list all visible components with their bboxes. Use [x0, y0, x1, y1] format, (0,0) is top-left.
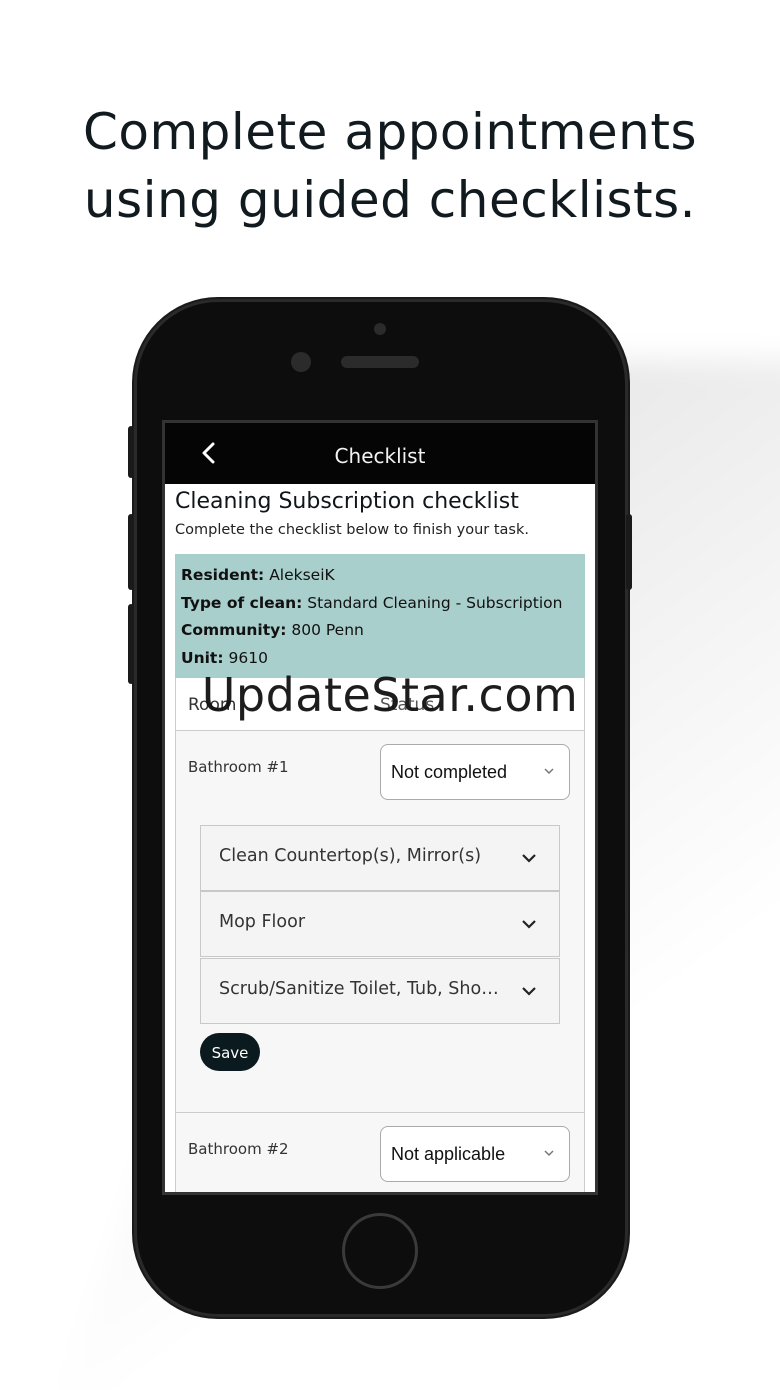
chevron-down-icon [522, 920, 536, 929]
resident-value: AlekseiK [269, 566, 335, 584]
community-value: 800 Penn [291, 621, 364, 639]
phone-front-camera [291, 352, 311, 372]
unit-value: 9610 [228, 648, 268, 667]
headline-line-1: Complete appointments [82, 103, 698, 161]
status-select-bathroom-1[interactable]: Not completed [380, 744, 570, 800]
type-label: Type of clean: [181, 593, 303, 612]
headline: Complete appointments using guided check… [0, 98, 780, 234]
app-screen: Checklist Cleaning Subscription checklis… [162, 420, 598, 1195]
type-line: Type of clean: Standard Cleaning - Subsc… [181, 590, 579, 618]
phone-mute-switch [128, 426, 134, 478]
top-bar: Checklist [165, 423, 595, 484]
appointment-info: Resident: AlekseiK Type of clean: Standa… [175, 554, 585, 678]
phone-volume-up [128, 514, 134, 590]
page-title: Cleaning Subscription checklist [175, 489, 519, 514]
chevron-down-icon [522, 854, 536, 863]
task-label: Mop Floor [219, 912, 306, 932]
phone-volume-down [128, 604, 134, 684]
status-select-value: Not completed [391, 762, 508, 782]
page-subtitle: Complete the checklist below to finish y… [175, 522, 529, 538]
unit-label: Unit: [181, 648, 224, 667]
room-name: Bathroom #2 [188, 1140, 289, 1158]
task-item[interactable]: Mop Floor [200, 891, 560, 957]
task-item[interactable]: Scrub/Sanitize Toilet, Tub, Sho… [200, 958, 560, 1024]
status-select-value: Not applicable [391, 1144, 506, 1164]
headline-line-2: using guided checklists. [83, 171, 697, 229]
column-header-status: Status [380, 695, 435, 715]
phone-home-button[interactable] [342, 1213, 418, 1289]
task-label: Scrub/Sanitize Toilet, Tub, Sho… [219, 979, 499, 999]
resident-label: Resident: [181, 566, 265, 584]
column-header-room: Room [188, 695, 237, 715]
table-header: Room Status [176, 678, 584, 731]
status-select-bathroom-2[interactable]: Not applicable [380, 1126, 570, 1182]
row-divider [176, 1112, 584, 1113]
save-button[interactable]: Save [200, 1033, 260, 1071]
phone-top-sensor [374, 323, 386, 335]
type-value: Standard Cleaning - Subscription [307, 593, 563, 612]
community-line: Community: 800 Penn [181, 617, 579, 645]
chevron-down-icon [522, 987, 536, 996]
phone-power-button [626, 514, 632, 590]
resident-line: Resident: AlekseiK [181, 562, 579, 590]
chevron-down-icon [544, 768, 554, 775]
phone-speaker [341, 356, 419, 368]
rooms-table: Room Status Bathroom #1 Not completed Cl… [175, 678, 585, 1192]
chevron-down-icon [544, 1150, 554, 1157]
room-name: Bathroom #1 [188, 758, 289, 776]
task-item[interactable]: Clean Countertop(s), Mirror(s) [200, 825, 560, 891]
task-label: Clean Countertop(s), Mirror(s) [219, 846, 482, 866]
screen-title: Checklist [334, 444, 426, 468]
community-label: Community: [181, 621, 287, 639]
unit-line: Unit: 9610 [181, 645, 579, 673]
